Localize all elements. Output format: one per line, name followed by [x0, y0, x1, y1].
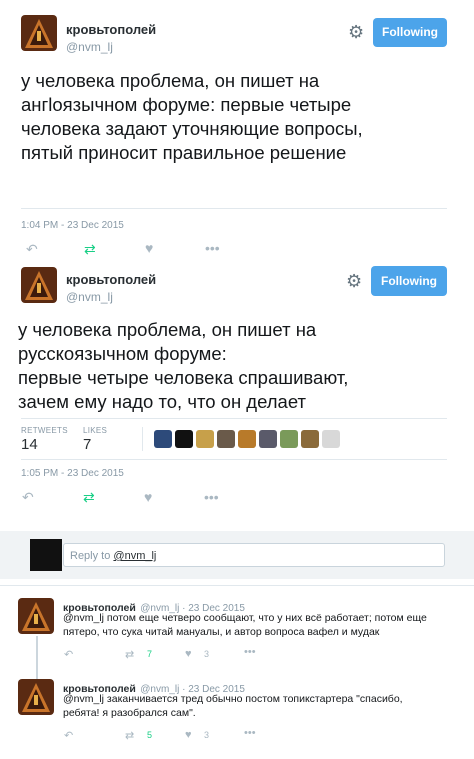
likers-avatars	[154, 430, 340, 448]
avatar[interactable]	[301, 430, 319, 448]
display-name[interactable]: кровьтополей	[66, 272, 156, 287]
divider	[21, 208, 447, 209]
divider	[21, 459, 447, 460]
reply-input[interactable]: Reply to @nvm_lj	[63, 543, 445, 567]
heart-icon[interactable]: ♥	[185, 729, 192, 741]
retweets-label[interactable]: RETWEETS	[21, 426, 68, 435]
retweet-count[interactable]: 7	[147, 649, 152, 659]
reply-icon[interactable]: ↶	[22, 489, 34, 506]
avatar[interactable]	[21, 267, 57, 303]
avatar[interactable]	[154, 430, 172, 448]
more-icon[interactable]: •••	[244, 727, 256, 739]
reply-mention: @nvm_lj	[113, 550, 157, 562]
avatar[interactable]	[238, 430, 256, 448]
display-name[interactable]: кровьтополей	[66, 22, 156, 37]
heart-icon[interactable]: ♥	[185, 648, 192, 660]
divider	[142, 427, 143, 451]
avatar[interactable]	[18, 679, 54, 715]
timestamp[interactable]: 1:04 PM - 23 Dec 2015	[21, 220, 124, 231]
handle[interactable]: @nvm_lj	[66, 290, 113, 304]
following-button[interactable]: Following	[371, 266, 447, 296]
like-count[interactable]: 3	[204, 649, 209, 659]
like-count[interactable]: 3	[204, 730, 209, 740]
reply-text-line: пятеро, что сука читай мануалы, и автор …	[63, 626, 380, 638]
retweet-icon[interactable]: ⇄	[84, 241, 96, 258]
reply-text-line: ребята! я разобрался сам".	[63, 707, 196, 719]
timestamp[interactable]: 1:05 PM - 23 Dec 2015	[21, 468, 124, 479]
reply-text: @nvm_lj потом еще четверо сообщают, что …	[63, 611, 468, 639]
reply-icon[interactable]: ↶	[26, 241, 38, 258]
gear-icon[interactable]: ⚙	[348, 22, 364, 43]
gear-icon[interactable]: ⚙	[346, 271, 362, 292]
retweet-icon[interactable]: ⇄	[83, 489, 95, 506]
reply-icon[interactable]: ↶	[64, 729, 73, 742]
avatar[interactable]	[322, 430, 340, 448]
tweet-text: у человека проблема, он пишет на ангloяз…	[21, 70, 363, 163]
divider	[21, 418, 447, 419]
avatar	[30, 539, 62, 571]
more-icon[interactable]: •••	[205, 240, 220, 256]
more-icon[interactable]: •••	[244, 646, 256, 658]
reply-text-line: @nvm_lj заканчивается тред обычно постом…	[63, 693, 403, 705]
following-button[interactable]: Following	[373, 18, 447, 47]
avatar[interactable]	[280, 430, 298, 448]
retweet-icon[interactable]: ⇄	[125, 729, 134, 742]
avatar[interactable]	[196, 430, 214, 448]
tweet-text: у человека проблема, он пишет на русскоя…	[18, 319, 349, 412]
heart-icon[interactable]: ♥	[145, 240, 153, 256]
retweet-count[interactable]: 5	[147, 730, 152, 740]
reply-text: @nvm_lj заканчивается тред обычно постом…	[63, 692, 468, 720]
reply-prefix: Reply to	[70, 550, 114, 562]
reply-text-line: @nvm_lj потом еще четверо сообщают, что …	[63, 612, 427, 624]
avatar[interactable]	[217, 430, 235, 448]
heart-icon[interactable]: ♥	[144, 489, 152, 505]
reply-icon[interactable]: ↶	[64, 648, 73, 661]
avatar[interactable]	[259, 430, 277, 448]
divider	[0, 585, 474, 586]
avatar[interactable]	[175, 430, 193, 448]
thread-line	[36, 636, 38, 680]
retweets-count[interactable]: 14	[21, 436, 38, 453]
more-icon[interactable]: •••	[204, 489, 219, 505]
avatar[interactable]	[18, 598, 54, 634]
handle[interactable]: @nvm_lj	[66, 40, 113, 54]
retweet-icon[interactable]: ⇄	[125, 648, 134, 661]
likes-count[interactable]: 7	[83, 436, 91, 453]
avatar[interactable]	[21, 15, 57, 51]
likes-label[interactable]: LIKES	[83, 426, 107, 435]
